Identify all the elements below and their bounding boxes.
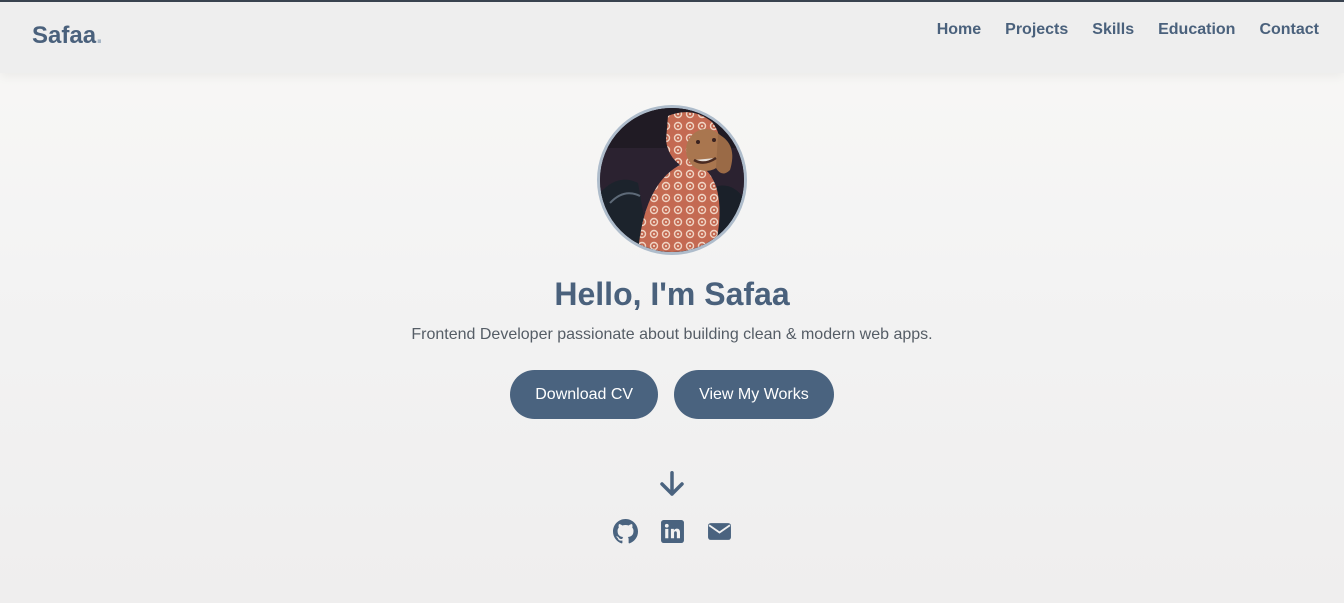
avatar — [597, 105, 747, 255]
nav-link-education[interactable]: Education — [1158, 21, 1235, 39]
nav-link-skills[interactable]: Skills — [1092, 21, 1134, 39]
navbar: Safaa. Home Projects Skills Education Co… — [0, 2, 1344, 73]
hero-buttons: Download CV View My Works — [510, 370, 834, 419]
hero-subtitle: Frontend Developer passionate about buil… — [411, 326, 933, 343]
logo-text: Safaa — [32, 22, 97, 49]
mail-icon[interactable] — [707, 519, 732, 544]
hero-section: Hello, I'm Safaa Frontend Developer pass… — [0, 105, 1344, 544]
logo-dot: . — [96, 22, 103, 49]
logo[interactable]: Safaa. — [32, 22, 103, 50]
linkedin-icon[interactable] — [660, 519, 685, 544]
arrow-down-icon[interactable] — [657, 469, 687, 499]
nav-link-projects[interactable]: Projects — [1005, 21, 1068, 39]
nav-link-home[interactable]: Home — [937, 21, 981, 39]
nav-link-contact[interactable]: Contact — [1259, 21, 1319, 39]
hero-title: Hello, I'm Safaa — [554, 276, 790, 312]
nav-links: Home Projects Skills Education Contact — [937, 21, 1319, 39]
profile-photo — [600, 108, 744, 252]
view-works-button[interactable]: View My Works — [674, 370, 834, 419]
download-cv-button[interactable]: Download CV — [510, 370, 659, 419]
social-links — [612, 519, 732, 544]
github-icon[interactable] — [612, 519, 638, 544]
